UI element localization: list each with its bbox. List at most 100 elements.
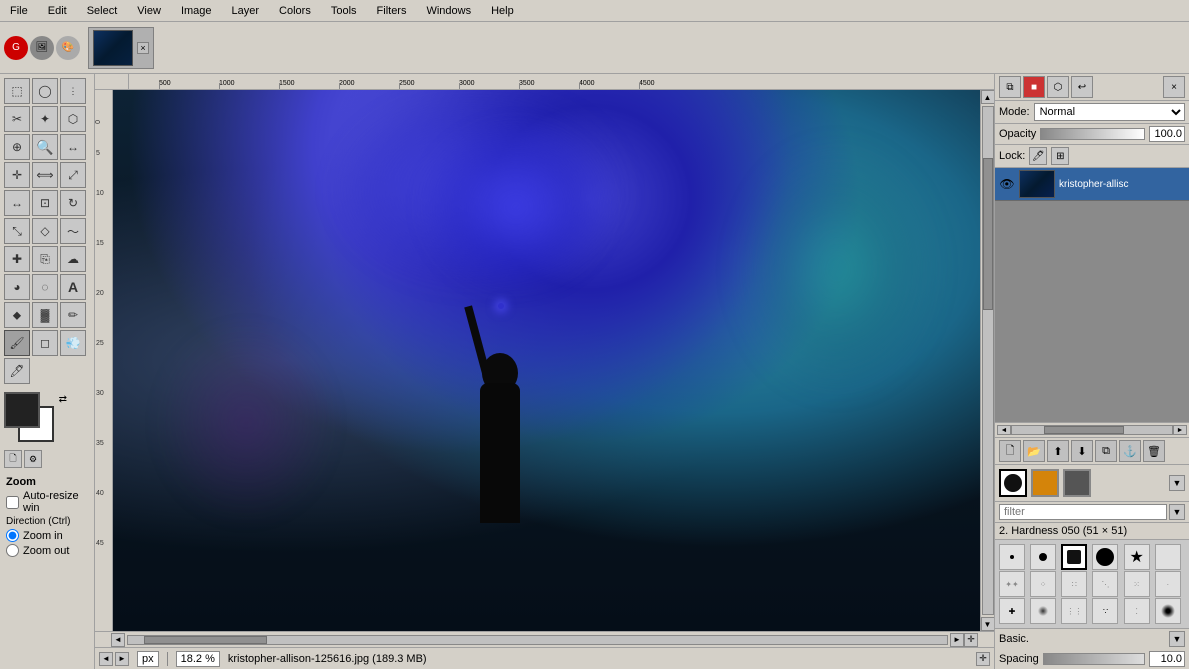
lock-paint-button[interactable]: 🖊: [1029, 147, 1047, 165]
opacity-slider[interactable]: [1040, 128, 1145, 140]
layer-down-button[interactable]: ⬇: [1071, 440, 1093, 462]
layer-delete-button[interactable]: 🗑: [1143, 440, 1165, 462]
tool-perspective[interactable]: ◇: [32, 218, 58, 244]
tool-transform[interactable]: ⤢: [60, 162, 86, 188]
layer-scroll-track[interactable]: [1011, 425, 1173, 435]
canvas-corner-button[interactable]: ✛: [964, 633, 978, 647]
layer-scroll-right[interactable]: ►: [1173, 425, 1187, 435]
h-scroll-thumb[interactable]: [144, 636, 267, 644]
menu-windows[interactable]: Windows: [420, 3, 477, 19]
zoom-in-radio[interactable]: [6, 529, 19, 542]
brush-swatch-dark[interactable]: [1063, 469, 1091, 497]
tool-gradient[interactable]: ▓: [32, 302, 58, 328]
spacing-slider[interactable]: [1043, 653, 1145, 665]
tool-align[interactable]: ⟺: [32, 162, 58, 188]
main-image[interactable]: [113, 90, 980, 631]
brush-swatch-orange[interactable]: [1031, 469, 1059, 497]
layer-scroll-thumb[interactable]: [1044, 426, 1124, 434]
brush-cell-star[interactable]: ★: [1124, 544, 1150, 570]
brush-cell-scatter3[interactable]: ∷: [1061, 571, 1087, 597]
scroll-down-button[interactable]: ▼: [981, 617, 995, 631]
tool-rectangle-select[interactable]: ⬚: [4, 78, 30, 104]
rp-undo-icon[interactable]: ↩: [1071, 76, 1093, 98]
menu-filters[interactable]: Filters: [371, 3, 413, 19]
rp-layers-icon[interactable]: ⧉: [999, 76, 1021, 98]
layer-up-button[interactable]: ⬆: [1047, 440, 1069, 462]
brush-cell-dots4[interactable]: ⁚: [1124, 598, 1150, 624]
scroll-up-button[interactable]: ▲: [981, 90, 995, 104]
tool-smudge[interactable]: ☁: [60, 246, 86, 272]
tool-fuzzy-select[interactable]: ✦: [32, 106, 58, 132]
zoom-display[interactable]: 18.2 %: [176, 651, 220, 667]
layer-open-button[interactable]: 📂: [1023, 440, 1045, 462]
tool-dodge-burn[interactable]: ◕: [4, 274, 30, 300]
tool-clone[interactable]: ⎘: [32, 246, 58, 272]
status-corner-button[interactable]: ✛: [976, 652, 990, 666]
spacing-value[interactable]: [1149, 651, 1185, 667]
nav-left-button[interactable]: ◄: [99, 652, 113, 666]
nav-right-button[interactable]: ►: [115, 652, 129, 666]
brush-cell-dots1[interactable]: [1030, 598, 1056, 624]
brush-cell-soft[interactable]: [1155, 598, 1181, 624]
brush-filter-dropdown[interactable]: ▼: [1169, 504, 1185, 520]
brush-cell-dots2[interactable]: ⋮⋮: [1061, 598, 1087, 624]
brush-cell-square-selected[interactable]: [1061, 544, 1087, 570]
tool-ellipse-select[interactable]: ◯: [32, 78, 58, 104]
tool-scissors[interactable]: ✂: [4, 106, 30, 132]
menu-view[interactable]: View: [131, 3, 167, 19]
new-image-button[interactable]: 🗋: [4, 450, 22, 468]
brush-cell-scatter5[interactable]: ⁙: [1124, 571, 1150, 597]
layer-scroll-left[interactable]: ◄: [997, 425, 1011, 435]
tool-flip[interactable]: ↔: [4, 190, 30, 216]
rp-panel-close[interactable]: ×: [1163, 76, 1185, 98]
brush-category-dropdown[interactable]: ▼: [1169, 631, 1185, 647]
tool-airbrush[interactable]: 💨: [60, 330, 86, 356]
image-tab[interactable]: ×: [88, 27, 154, 69]
h-scroll-track[interactable]: [127, 635, 948, 645]
menu-help[interactable]: Help: [485, 3, 520, 19]
brush-cell-dots3[interactable]: ∵: [1092, 598, 1118, 624]
scroll-right-button[interactable]: ►: [950, 633, 964, 647]
brush-swatch-circle[interactable]: [999, 469, 1027, 497]
opacity-value[interactable]: [1149, 126, 1185, 142]
layer-item[interactable]: 👁 kristopher-allisc: [995, 168, 1189, 201]
brush-cell-scatter6[interactable]: ·: [1155, 571, 1181, 597]
tool-color-picker[interactable]: ⊕: [4, 134, 30, 160]
tool-free-select[interactable]: ⋮: [60, 78, 86, 104]
brush-panel-menu[interactable]: ▼: [1169, 475, 1185, 491]
v-scroll-track[interactable]: [982, 106, 994, 615]
layer-duplicate-button[interactable]: ⧉: [1095, 440, 1117, 462]
brush-cell-dot-small[interactable]: [999, 544, 1025, 570]
config-button[interactable]: ⚙: [24, 450, 42, 468]
foreground-color-swatch[interactable]: [4, 392, 40, 428]
layer-new-button[interactable]: 🗋: [999, 440, 1021, 462]
brush-cell-cross[interactable]: ✚: [999, 598, 1025, 624]
tool-blur[interactable]: ◌: [32, 274, 58, 300]
scroll-left-button[interactable]: ◄: [111, 633, 125, 647]
swap-colors-button[interactable]: ⇄: [59, 394, 67, 405]
tool-bucket-fill[interactable]: ⬥: [4, 302, 30, 328]
menu-edit[interactable]: Edit: [42, 3, 73, 19]
rp-paths-icon[interactable]: ⬡: [1047, 76, 1069, 98]
tool-rotate[interactable]: ↻: [60, 190, 86, 216]
tool-scale[interactable]: ⤡: [4, 218, 30, 244]
rp-channels-icon[interactable]: ■: [1023, 76, 1045, 98]
brush-cell-dot-medium[interactable]: [1030, 544, 1056, 570]
tool-brush[interactable]: 🖌: [4, 330, 30, 356]
tool-heal[interactable]: ✚: [4, 246, 30, 272]
brush-cell-scatter2[interactable]: ⁘: [1030, 571, 1056, 597]
brush-cell-scatter4[interactable]: ⋱: [1092, 571, 1118, 597]
v-scroll-thumb[interactable]: [983, 158, 993, 310]
lock-position-button[interactable]: ⊞: [1051, 147, 1069, 165]
mode-select[interactable]: Normal Multiply Screen Overlay: [1034, 103, 1185, 121]
menu-image[interactable]: Image: [175, 3, 218, 19]
tool-crop[interactable]: ⊡: [32, 190, 58, 216]
tool-pencil[interactable]: ✏: [60, 302, 86, 328]
auto-resize-checkbox[interactable]: [6, 496, 19, 509]
unit-selector[interactable]: px: [137, 651, 159, 667]
menu-colors[interactable]: Colors: [273, 3, 317, 19]
tool-warp[interactable]: 〜: [60, 218, 86, 244]
brush-cell-scatter1[interactable]: ✦✦: [999, 571, 1025, 597]
tool-ink[interactable]: 🖊: [4, 358, 30, 384]
tool-move[interactable]: ✛: [4, 162, 30, 188]
